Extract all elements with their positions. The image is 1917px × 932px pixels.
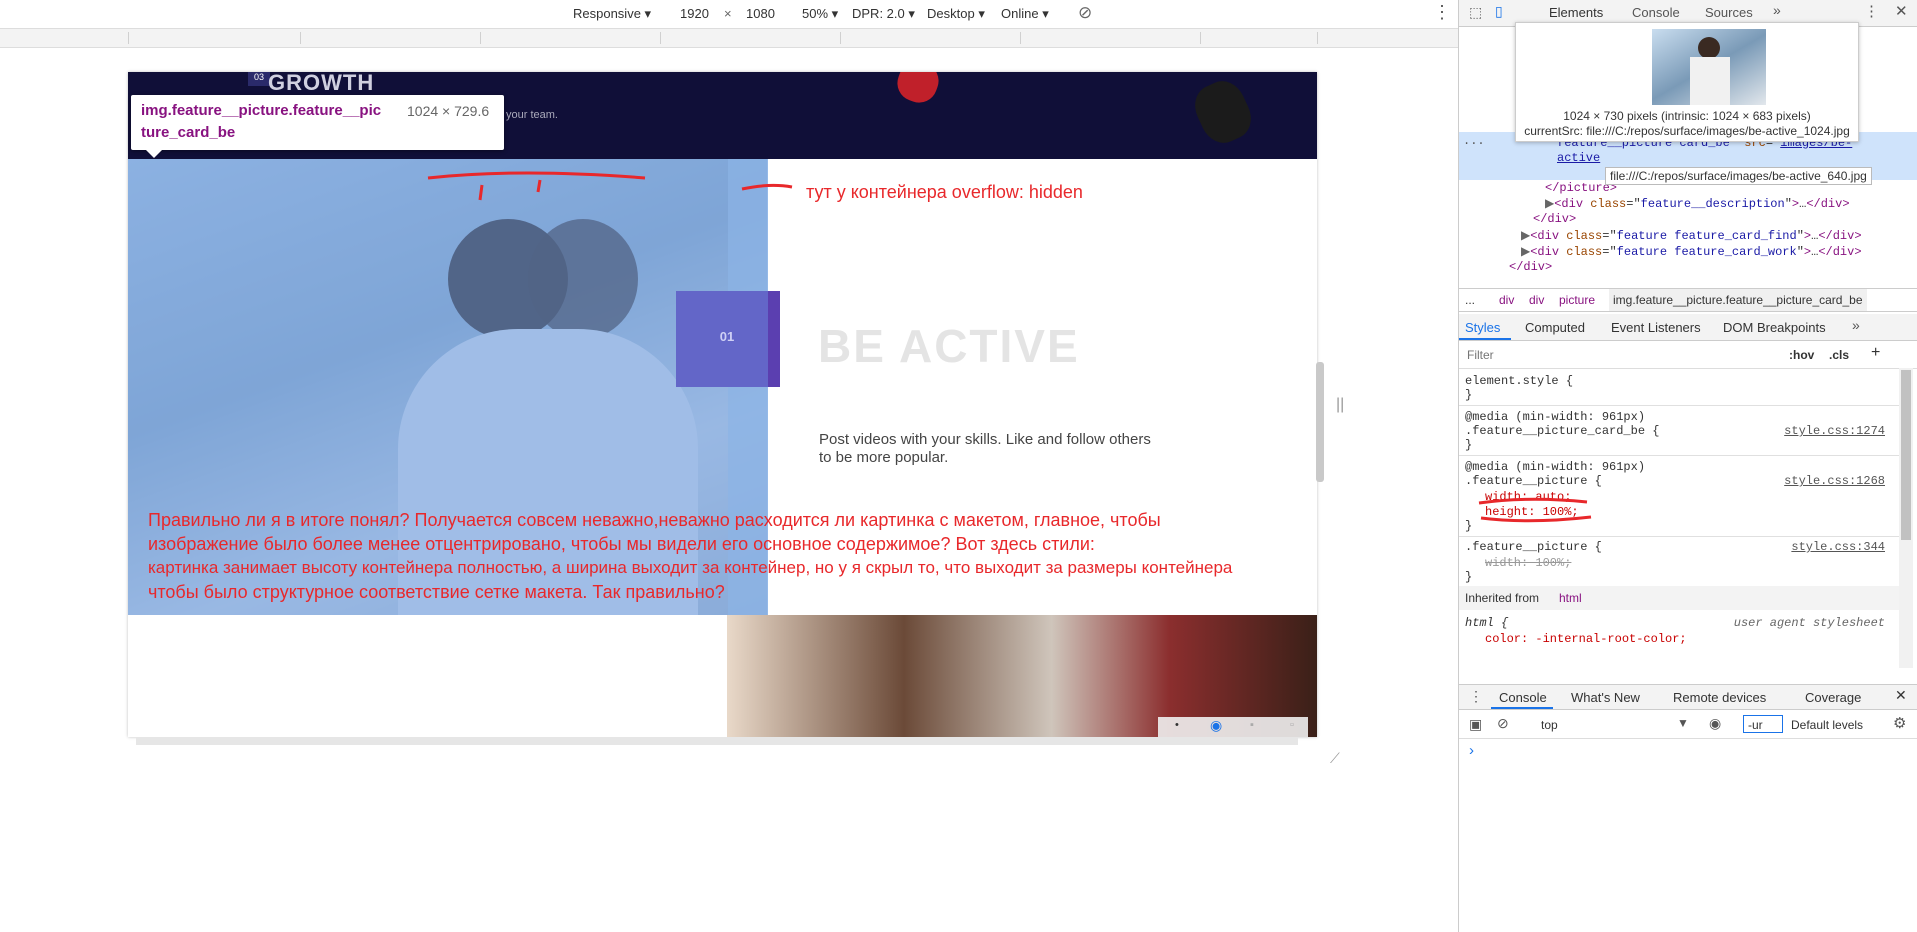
annotation-question-3: картинка занимает высоту контейнера полн… — [148, 558, 1233, 577]
dom-card-work-div[interactable]: ▶<div class="feature feature_card_work">… — [1521, 244, 1862, 259]
context-chevron-icon: ▼ — [1677, 716, 1689, 730]
scribble-ticks — [478, 179, 542, 201]
dom-div-close[interactable]: </div> — [1533, 212, 1576, 226]
cls-toggle[interactable]: .cls — [1829, 348, 1849, 362]
breadcrumb: ... div div picture img.feature__picture… — [1459, 288, 1917, 312]
tab-event-listeners[interactable]: Event Listeners — [1611, 320, 1701, 335]
more-tabs-icon[interactable]: » — [1773, 2, 1781, 18]
default-levels-select[interactable]: Default levels — [1791, 718, 1863, 732]
image-preview-popup: 1024 × 730 pixels (intrinsic: 1024 × 683… — [1515, 22, 1859, 142]
add-rule-icon[interactable]: + — [1871, 344, 1880, 362]
html-rule-selector[interactable]: html { — [1465, 616, 1508, 630]
drawer-tab-coverage[interactable]: Coverage — [1805, 690, 1861, 705]
drawer-tab-whats-new[interactable]: What's New — [1571, 690, 1640, 705]
image-preview-thumbnail — [1652, 29, 1766, 105]
breadcrumb-picture[interactable]: picture — [1559, 293, 1595, 307]
annotation-question-2: изображение было более менее отцентриров… — [148, 534, 1095, 554]
tab-styles-underline — [1459, 338, 1511, 340]
sidebar-toggle-icon[interactable]: ▣ — [1469, 716, 1482, 733]
live-expression-eye-icon[interactable]: ◉ — [1709, 715, 1721, 732]
dom-ellipsis: ... — [1463, 134, 1485, 148]
tab-elements[interactable]: Elements — [1549, 5, 1603, 20]
rule-close-4: } — [1465, 570, 1473, 584]
tab-dom-breakpoints[interactable]: DOM Breakpoints — [1723, 320, 1826, 335]
styles-filter-bar: :hov .cls + — [1459, 344, 1917, 369]
breadcrumb-more[interactable]: ... — [1465, 293, 1475, 307]
breadcrumb-div-1[interactable]: div — [1499, 293, 1514, 307]
annotation-overflow-note: тут у контейнера overflow: hidden — [806, 182, 1083, 202]
drawer-tab-console[interactable]: Console — [1499, 690, 1547, 705]
console-filter-input[interactable]: -ur — [1743, 715, 1783, 733]
context-select[interactable]: top — [1541, 718, 1558, 732]
console-prompt[interactable]: › — [1469, 742, 1474, 759]
dom-card-find-div[interactable]: ▶<div class="feature feature_card_find">… — [1521, 228, 1862, 243]
tab-computed[interactable]: Computed — [1525, 320, 1585, 335]
image-preview-dimensions: 1024 × 730 pixels (intrinsic: 1024 × 683… — [1563, 109, 1811, 123]
breadcrumb-div-2[interactable]: div — [1529, 293, 1544, 307]
dom-description-div[interactable]: ▶<div class="feature__description">…</di… — [1545, 196, 1850, 211]
more-style-tabs-icon[interactable]: » — [1852, 317, 1860, 333]
inherited-header: Inherited from html — [1459, 586, 1899, 610]
devtools-menu-icon[interactable]: ⋮ — [1864, 2, 1879, 20]
device-toggle-icon[interactable]: ▯ — [1495, 3, 1503, 20]
annotation-question-4: чтобы было структурное соответствие сетк… — [148, 582, 725, 602]
red-marker-scribbles — [427, 171, 793, 201]
styles-filter-input[interactable] — [1465, 346, 1769, 364]
drawer-tab-bar: ⋮ Console What's New Remote devices Cove… — [1459, 684, 1917, 710]
prop-color-root[interactable]: color: -internal-root-color; — [1485, 632, 1687, 646]
console-toolbar: ▣ ⊘ top ▼ ◉ -ur Default levels ⚙ — [1459, 712, 1917, 739]
red-underline-scribbles — [1478, 497, 1592, 523]
dom-div-close-2[interactable]: </div> — [1509, 260, 1552, 274]
drawer-menu-icon[interactable]: ⋮ — [1469, 688, 1483, 705]
console-settings-icon[interactable]: ⚙ — [1893, 714, 1906, 732]
dom-tree: ... feature__picture card_be" src="image… — [1459, 132, 1917, 284]
annotation-question-1: Правильно ли я в итоге понял? Получается… — [148, 510, 1161, 530]
close-devtools-icon[interactable]: ✕ — [1895, 2, 1908, 20]
tab-styles[interactable]: Styles — [1465, 320, 1500, 335]
hov-toggle[interactable]: :hov — [1789, 348, 1814, 362]
breadcrumb-img[interactable]: img.feature__picture.feature__picture_ca… — [1609, 289, 1867, 311]
scribble-line-top — [427, 171, 646, 180]
inherited-label: Inherited from — [1465, 591, 1540, 605]
image-preview-src: currentSrc: file:///C:/repos/surface/ima… — [1524, 124, 1850, 138]
scribble-dash — [741, 183, 793, 191]
inherited-html-link[interactable]: html — [1559, 591, 1582, 605]
styles-tab-bar: Styles Computed Event Listeners DOM Brea… — [1459, 314, 1917, 341]
drawer-tab-remote-devices[interactable]: Remote devices — [1673, 690, 1766, 705]
close-drawer-icon[interactable]: ✕ — [1895, 687, 1907, 704]
user-agent-label: user agent stylesheet — [1733, 616, 1885, 630]
tab-console[interactable]: Console — [1632, 5, 1680, 20]
clear-console-icon[interactable]: ⊘ — [1497, 715, 1509, 732]
src-tooltip: file:///C:/repos/surface/images/be-activ… — [1605, 167, 1872, 185]
tab-sources[interactable]: Sources — [1705, 5, 1753, 20]
devtools-panel: ⬚ ▯ Elements Console Sources » ⋮ ✕ 1024 … — [1458, 0, 1917, 932]
inspect-element-icon[interactable]: ⬚ — [1469, 4, 1482, 21]
img-src-link-b[interactable]: active — [1557, 151, 1600, 165]
drawer-tab-underline — [1491, 707, 1553, 709]
